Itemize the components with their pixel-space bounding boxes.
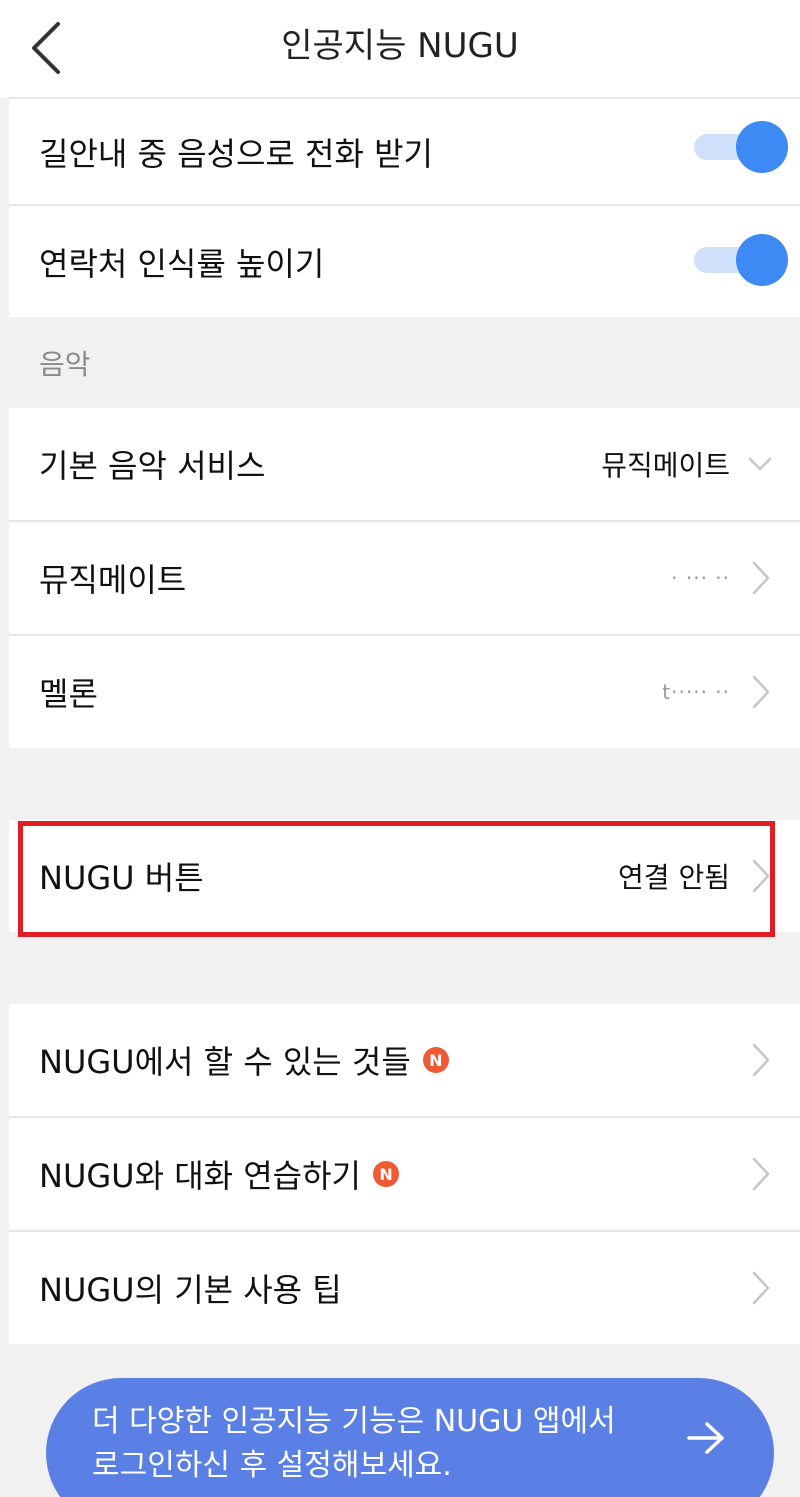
banner-text: 더 다양한 인공지능 기능은 NUGU 앱에서 로그인하신 후 설정해보세요. — [92, 1404, 616, 1483]
setting-label: NUGU와 대화 연습하기 N — [39, 1118, 400, 1230]
setting-row-contact-recognition[interactable]: 연락처 인식률 높이기 — [9, 206, 800, 317]
chevron-down-icon — [748, 457, 772, 471]
section-title: 음악 — [39, 347, 91, 381]
setting-label: 기본 음악 서비스 — [39, 447, 266, 485]
toggle-thumb — [736, 234, 788, 286]
new-badge: N — [373, 1161, 400, 1187]
setting-label-text: NUGU와 대화 연습하기 — [39, 1157, 362, 1195]
highlight-box — [18, 821, 775, 937]
setting-row-nugu-capabilities[interactable]: NUGU에서 할 수 있는 것들 N — [9, 1004, 800, 1116]
chevron-right-icon — [752, 1271, 770, 1305]
chevron-right-icon — [752, 1043, 770, 1077]
setting-label: 연락처 인식률 높이기 — [39, 244, 325, 283]
account-value: t····· ·· — [662, 680, 730, 704]
setting-row-melon[interactable]: 멜론 t····· ·· — [9, 636, 800, 748]
toggle-switch[interactable] — [694, 234, 788, 286]
setting-label: NUGU에서 할 수 있는 것들 N — [39, 1004, 449, 1116]
section-header-music: 음악 — [9, 317, 800, 408]
new-badge: N — [422, 1047, 449, 1073]
toggle-switch[interactable] — [694, 121, 788, 173]
setting-row-default-music-service[interactable]: 기본 음악 서비스 뮤직메이트 — [9, 408, 800, 520]
account-value: · ··· ·· — [671, 566, 730, 590]
setting-row-nugu-conversation-practice[interactable]: NUGU와 대화 연습하기 N — [9, 1118, 800, 1230]
setting-label-text: NUGU에서 할 수 있는 것들 — [39, 1043, 411, 1081]
page-title: 인공지능 NUGU — [281, 26, 519, 66]
setting-row-call-during-navigation[interactable]: 길안내 중 음성으로 전화 받기 — [9, 99, 800, 204]
setting-label: 길안내 중 음성으로 전화 받기 — [39, 134, 433, 173]
chevron-right-icon — [752, 1157, 770, 1191]
arrow-right-icon — [687, 1422, 724, 1454]
setting-label: 멜론 — [39, 675, 98, 713]
setting-row-nugu-basic-tips[interactable]: NUGU의 기본 사용 팁 — [9, 1232, 800, 1344]
setting-label: NUGU의 기본 사용 팁 — [39, 1271, 342, 1309]
setting-label: 뮤직메이트 — [39, 561, 187, 599]
chevron-right-icon — [752, 561, 770, 595]
chevron-right-icon — [752, 675, 770, 709]
nugu-app-banner[interactable]: 더 다양한 인공지능 기능은 NUGU 앱에서 로그인하신 후 설정해보세요. — [46, 1378, 774, 1497]
header: 인공지능 NUGU — [0, 0, 800, 97]
setting-row-musicmate[interactable]: 뮤직메이트 · ··· ·· — [9, 522, 800, 634]
toggle-thumb — [736, 121, 788, 173]
setting-value: 뮤직메이트 — [601, 449, 730, 482]
